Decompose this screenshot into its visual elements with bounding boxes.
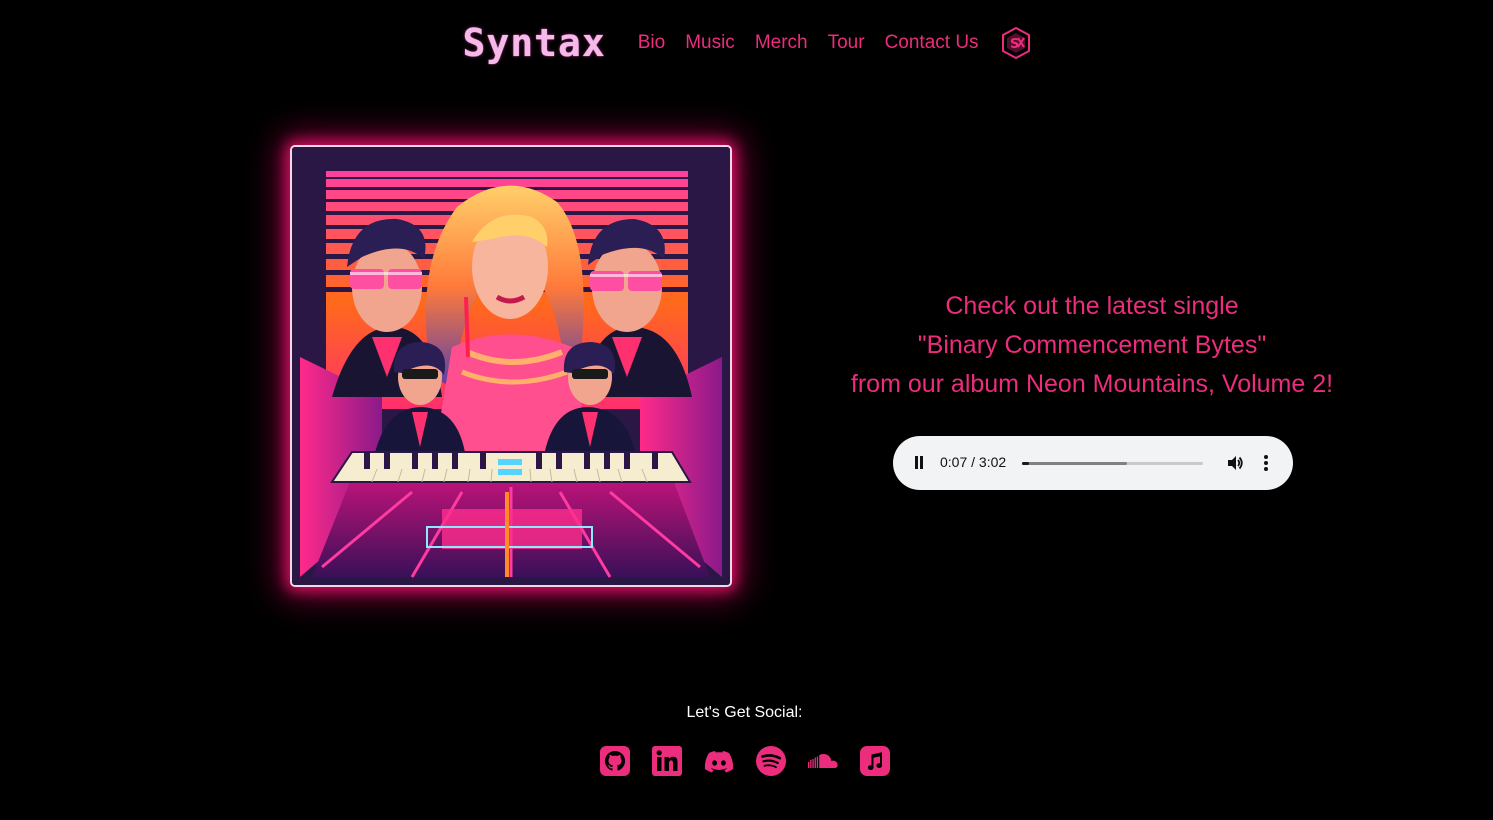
pause-icon[interactable] xyxy=(914,456,924,469)
progress-slider[interactable] xyxy=(1022,462,1203,465)
page: Syntax Bio Music Merch Tour Contact Us S xyxy=(0,0,1493,820)
played-bar xyxy=(1022,462,1030,465)
nav-bio[interactable]: Bio xyxy=(638,32,665,54)
linkedin-icon[interactable] xyxy=(651,745,683,777)
volume-icon[interactable] xyxy=(1226,454,1244,472)
latest-single-promo: Check out the latest single "Binary Comm… xyxy=(842,287,1342,404)
buffered-bar xyxy=(1022,462,1127,465)
audio-player: 0:07 / 3:02 xyxy=(893,436,1293,490)
site-logo[interactable]: Syntax xyxy=(462,18,605,68)
nav-music[interactable]: Music xyxy=(685,32,735,54)
nav-contact-us[interactable]: Contact Us xyxy=(885,32,979,54)
social-links xyxy=(0,745,1489,777)
github-icon[interactable] xyxy=(599,745,631,777)
discord-icon[interactable] xyxy=(703,745,735,777)
band-emblem-icon[interactable]: S xyxy=(1001,26,1031,60)
playback-time: 0:07 / 3:02 xyxy=(940,454,1007,470)
promo-line-1: Check out the latest single xyxy=(945,292,1239,320)
more-options-icon[interactable] xyxy=(1263,455,1269,471)
promo-line-3: from our album Neon Mountains, Volume 2! xyxy=(850,370,1334,398)
social-heading: Let's Get Social: xyxy=(686,704,803,721)
apple-music-icon[interactable] xyxy=(859,745,891,777)
promo-line-2: "Binary Commencement Bytes" xyxy=(917,331,1267,359)
nav-merch[interactable]: Merch xyxy=(755,32,808,54)
main-nav: Bio Music Merch Tour Contact Us S xyxy=(638,26,1031,60)
soundcloud-icon[interactable] xyxy=(807,745,839,777)
nav-tour[interactable]: Tour xyxy=(828,32,865,54)
spotify-icon[interactable] xyxy=(755,745,787,777)
site-header: Syntax Bio Music Merch Tour Contact Us S xyxy=(0,18,1493,68)
album-cover-image xyxy=(290,145,732,587)
